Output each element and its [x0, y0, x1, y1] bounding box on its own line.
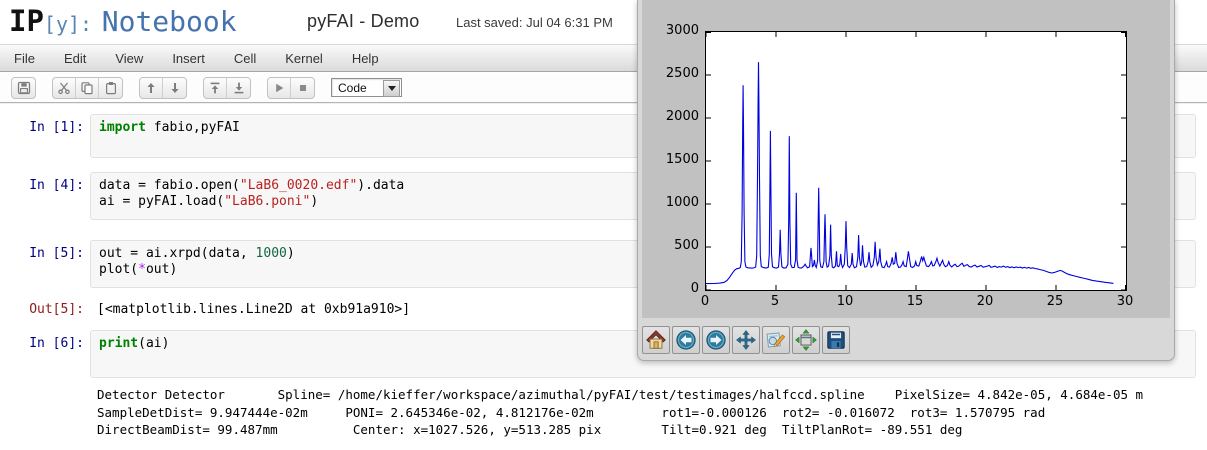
- paste-icon: [104, 81, 118, 95]
- y-tick-label: 1500: [651, 152, 699, 167]
- menu-file[interactable]: File: [14, 51, 35, 66]
- input-prompt: In [6]:: [0, 336, 84, 352]
- input-prompt: In [1]:: [0, 120, 84, 136]
- subplots-config-icon: [795, 329, 817, 351]
- logo-ip: IP: [9, 4, 44, 38]
- mpl-pan-button[interactable]: [732, 326, 760, 354]
- mpl-toolbar: [642, 324, 850, 356]
- mpl-save-button[interactable]: [822, 326, 850, 354]
- insert-above-button[interactable]: [204, 78, 227, 98]
- stop-icon: [296, 81, 310, 95]
- pan-icon: [735, 329, 757, 351]
- arrow-to-top-icon: [208, 81, 222, 95]
- data-line: [706, 62, 1113, 284]
- mpl-back-button[interactable]: [672, 326, 700, 354]
- mpl-zoom-rect-button[interactable]: [762, 326, 790, 354]
- toolbar-group-save: [11, 77, 36, 99]
- toolbar-group-run: [267, 77, 315, 99]
- x-tick-label: 20: [968, 294, 1002, 309]
- menu-kernel[interactable]: Kernel: [285, 51, 323, 66]
- arrow-up-icon: [144, 81, 158, 95]
- cut-button[interactable]: [53, 78, 76, 98]
- home-icon: [645, 329, 667, 351]
- arrow-down-icon: [168, 81, 182, 95]
- y-tick-label: 1000: [651, 195, 699, 210]
- chevron-down-icon: [388, 86, 396, 91]
- mpl-subplots-button[interactable]: [792, 326, 820, 354]
- logo-y: [y]:: [44, 12, 92, 36]
- y-tick-label: 3000: [651, 23, 699, 38]
- input-prompt: In [5]:: [0, 246, 84, 262]
- page: IP[y]: Notebook pyFAI - Demo Last saved:…: [0, 0, 1207, 450]
- input-prompt: In [4]:: [0, 178, 84, 194]
- menu-edit[interactable]: Edit: [64, 51, 86, 66]
- copy-icon: [80, 81, 94, 95]
- toolbar-group-insert: [203, 77, 251, 99]
- mpl-home-button[interactable]: [642, 326, 670, 354]
- x-tick-label: 10: [828, 294, 862, 309]
- stream-text: Detector Detector Spline= /home/kieffer/…: [97, 386, 1196, 439]
- ipython-logo[interactable]: IP[y]: Notebook: [9, 4, 237, 38]
- menu-insert[interactable]: Insert: [172, 51, 205, 66]
- logo-notebook: Notebook: [102, 5, 237, 38]
- interrupt-button[interactable]: [291, 78, 314, 98]
- move-cell-down-button[interactable]: [163, 78, 186, 98]
- dropdown-arrow-button[interactable]: [383, 80, 400, 97]
- stream-output: Detector Detector Spline= /home/kieffer/…: [0, 386, 1196, 439]
- run-button[interactable]: [268, 78, 291, 98]
- mpl-forward-button[interactable]: [702, 326, 730, 354]
- toolbar-group-move: [139, 77, 187, 99]
- save-icon: [17, 81, 31, 95]
- menu-help[interactable]: Help: [352, 51, 379, 66]
- toolbar-group-edit: [52, 77, 123, 99]
- move-cell-up-button[interactable]: [140, 78, 163, 98]
- figure-canvas[interactable]: 050010001500200025003000051015202530: [642, 0, 1170, 318]
- paste-button[interactable]: [99, 78, 122, 98]
- forward-arrow-icon: [705, 329, 727, 351]
- zoom-rect-icon: [765, 329, 787, 351]
- y-tick-label: 2500: [651, 66, 699, 81]
- save-button[interactable]: [12, 78, 35, 98]
- notebook-title[interactable]: pyFAI - Demo: [307, 11, 419, 32]
- menu-view[interactable]: View: [115, 51, 143, 66]
- arrow-to-bottom-icon: [232, 81, 246, 95]
- y-tick-label: 2000: [651, 109, 699, 124]
- x-tick-label: 30: [1108, 294, 1142, 309]
- plot-axes: [705, 31, 1127, 291]
- output-prompt: Out[5]:: [0, 302, 84, 318]
- cut-icon: [57, 81, 71, 95]
- back-arrow-icon: [675, 329, 697, 351]
- x-tick-label: 0: [688, 294, 722, 309]
- y-tick-label: 500: [651, 238, 699, 253]
- insert-below-button[interactable]: [227, 78, 250, 98]
- matplotlib-window: 050010001500200025003000051015202530: [637, 0, 1175, 361]
- x-tick-label: 5: [758, 294, 792, 309]
- menu-cell[interactable]: Cell: [234, 51, 256, 66]
- last-saved-label: Last saved: Jul 04 6:31 PM: [456, 15, 613, 30]
- x-tick-label: 15: [898, 294, 932, 309]
- play-icon: [272, 81, 286, 95]
- x-tick-label: 25: [1038, 294, 1072, 309]
- floppy-save-icon: [825, 329, 847, 351]
- cell-type-dropdown[interactable]: Code: [331, 78, 402, 97]
- cell-type-value: Code: [338, 81, 367, 95]
- copy-button[interactable]: [76, 78, 99, 98]
